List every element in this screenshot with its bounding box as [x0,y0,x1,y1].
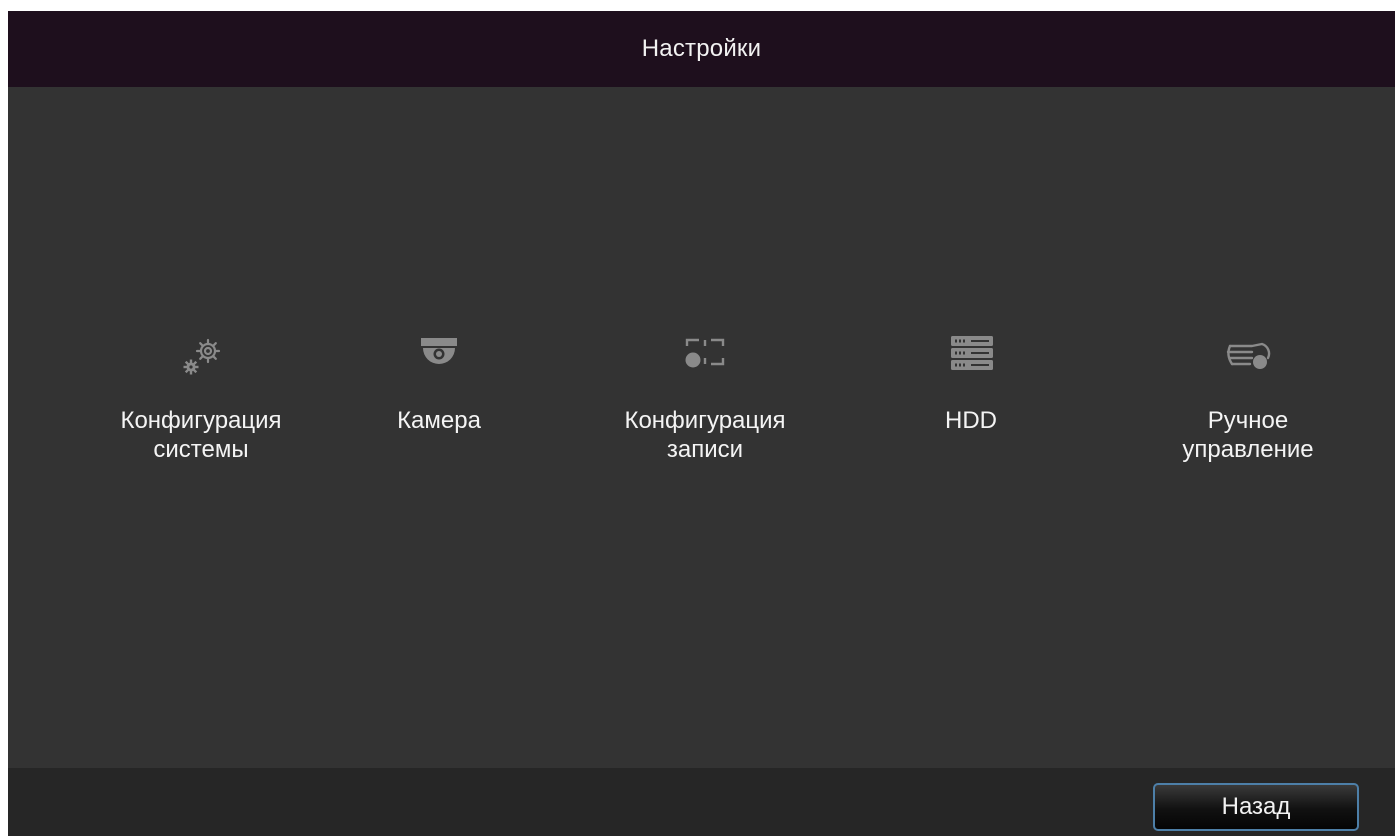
record-config-icon [675,332,735,382]
menu-item-hdd[interactable]: HDD [841,332,1101,502]
dome-camera-icon [409,332,469,382]
menu-item-system-config[interactable]: Конфигурация системы [71,332,331,502]
menu-item-label: Ручное управление [1182,407,1314,463]
settings-menu: Конфигурация системы Камера Конфигурация… [8,87,1395,768]
manual-control-icon [1218,332,1278,382]
menu-item-label: Конфигурация записи [624,407,786,463]
menu-item-label: Конфигурация системы [120,407,282,463]
hdd-rack-icon [941,332,1001,382]
menu-item-camera[interactable]: Камера [309,332,569,502]
page-title: Настройки [641,35,762,62]
back-button[interactable]: Назад [1153,783,1359,831]
menu-item-manual-control[interactable]: Ручное управление [1118,332,1378,502]
settings-screen: Настройки Конфигурация системы Камера Ко… [8,11,1395,836]
title-bar: Настройки [8,11,1395,87]
menu-item-label: Камера [397,407,481,434]
gears-icon [171,332,231,382]
menu-item-label: HDD [945,407,997,434]
footer-bar: Назад [8,768,1395,836]
menu-item-record-config[interactable]: Конфигурация записи [575,332,835,502]
